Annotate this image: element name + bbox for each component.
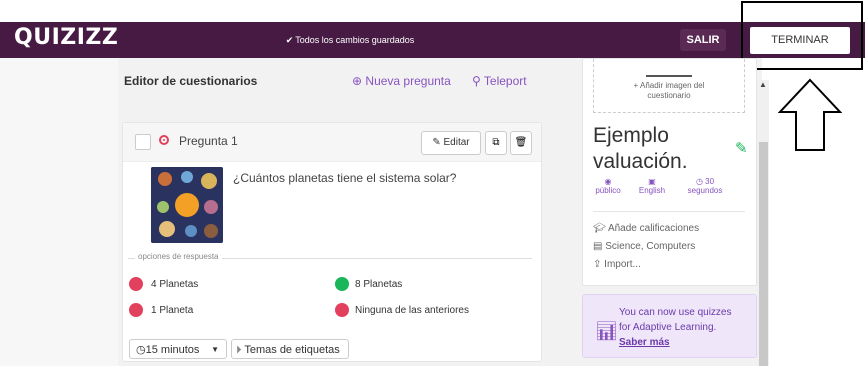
add-quiz-image-label: + Añadir imagen del cuestionario (633, 81, 705, 100)
subjects-label: Science, Computers (605, 241, 696, 252)
import-icon: ⇪ (593, 259, 602, 270)
left-background (0, 58, 118, 366)
tags-label: Temas de etiquetas (244, 344, 340, 356)
import-link[interactable]: ⇪ Import... (593, 259, 641, 270)
eye-icon: ◉ (604, 177, 612, 186)
answer-option: 1 Planeta (151, 305, 194, 316)
question-card: Pregunta 1 ✎ Editar ⧉ 🗑 ¿Cuántos planeta… (122, 122, 542, 362)
question-text: ¿Cuántos planetas tiene el sistema solar… (233, 171, 457, 185)
plus-circle-icon: ⊕ (352, 74, 363, 88)
duration-meta[interactable]: ◷ 30 segundos (679, 177, 731, 195)
edit-label: Editar (443, 137, 470, 148)
copy-icon: ⧉ (492, 137, 500, 148)
adaptive-text: You can now use quizzes for Adaptive Lea… (619, 305, 751, 350)
language-label: English (638, 186, 666, 195)
option-marker-wrong (129, 303, 143, 317)
visibility-label: público (595, 186, 621, 195)
save-status: ✔ Todos los cambios guardados (0, 35, 700, 46)
clock-icon: ◷ (695, 177, 703, 186)
answer-option: 8 Planetas (355, 279, 403, 290)
visibility-meta[interactable]: ◉ público (591, 177, 625, 195)
up-arrow-icon (778, 78, 842, 151)
question-type-icon (159, 135, 169, 145)
question-label: Pregunta 1 (179, 134, 238, 148)
teleport-button[interactable]: ⚲ Teleport (472, 74, 527, 88)
time-select[interactable]: ◷15 minutos ▼ (129, 339, 227, 359)
language-meta[interactable]: ▣ English (635, 177, 669, 195)
subjects-link[interactable]: ▤ Science, Computers (593, 241, 695, 252)
image-drop-bar (646, 75, 692, 77)
delete-button[interactable]: 🗑 (510, 131, 532, 155)
learn-more-link[interactable]: Saber más (619, 335, 751, 350)
duration-value: 30 (705, 177, 715, 186)
chevron-down-icon: ▼ (211, 345, 219, 354)
import-label: Import... (604, 259, 641, 270)
drag-handle-icon[interactable] (135, 134, 151, 150)
new-question-label: Nueva pregunta (365, 74, 451, 88)
time-value: 15 minutos (145, 344, 200, 356)
graduation-cap-icon: 🎓︎ (593, 223, 606, 234)
duration-value-line: ◷ 30 (679, 177, 731, 186)
duplicate-button[interactable]: ⧉ (485, 131, 507, 155)
tags-button[interactable]: ⏵ Temas de etiquetas (231, 339, 349, 359)
option-marker-wrong (335, 303, 349, 317)
grades-link[interactable]: 🎓︎ Añade calificaciones (593, 223, 699, 234)
duration-unit: segundos (687, 186, 723, 195)
new-question-button[interactable]: ⊕ Nueva pregunta (352, 74, 451, 88)
adaptive-line1: You can now use quizzes (619, 307, 732, 318)
adaptive-line2: for Adaptive Learning. (619, 322, 717, 333)
editor-title: Editor de cuestionarios (124, 74, 258, 88)
highlight-box (741, 1, 863, 70)
edit-button[interactable]: ✎ Editar (421, 131, 481, 155)
question-footer: ◷15 minutos ▼ ⏵ Temas de etiquetas (123, 335, 541, 361)
grades-label: Añade calificaciones (607, 223, 700, 234)
pencil-icon: ✎ (432, 137, 441, 148)
adaptive-learning-banner: 📊︎ You can now use quizzes for Adaptive … (582, 294, 757, 358)
check-icon: ✔ (285, 35, 294, 45)
exit-button[interactable]: SALIR (680, 29, 726, 51)
top-bar: QUIZIZZ ✔ Todos los cambios guardados SAL… (0, 22, 865, 58)
teleport-label: Teleport (483, 74, 527, 88)
option-marker-correct (335, 277, 349, 291)
search-icon: ⚲ (472, 74, 481, 88)
question-header: Pregunta 1 ✎ Editar ⧉ 🗑 (123, 123, 541, 162)
panel-divider (593, 211, 745, 212)
edit-title-icon[interactable]: ✎ (735, 139, 748, 157)
answer-option: Ninguna de las anteriores (355, 305, 469, 316)
trash-icon: 🗑 (514, 137, 528, 148)
quiz-settings-panel: + Añadir imagen del cuestionario Ejemplo… (582, 58, 757, 286)
save-status-text: Todos los cambios guardados (295, 35, 415, 45)
add-quiz-image[interactable]: + Añadir imagen del cuestionario (593, 59, 745, 113)
scroll-up-icon[interactable]: ▲ (759, 80, 767, 89)
book-icon: ▤ (593, 241, 603, 252)
chart-icon: 📊︎ (595, 321, 618, 341)
tag-icon: ⏵ (236, 344, 242, 356)
language-icon: ▣ (648, 177, 656, 186)
quiz-title: Ejemplo valuación. (593, 124, 688, 173)
answer-option: 4 Planetas (151, 279, 199, 290)
options-label: opciones de respuesta (135, 252, 222, 261)
question-image (151, 167, 223, 243)
option-marker-wrong (129, 277, 143, 291)
clock-icon: ◷ (136, 344, 146, 356)
scrollbar-thumb[interactable] (759, 142, 768, 366)
